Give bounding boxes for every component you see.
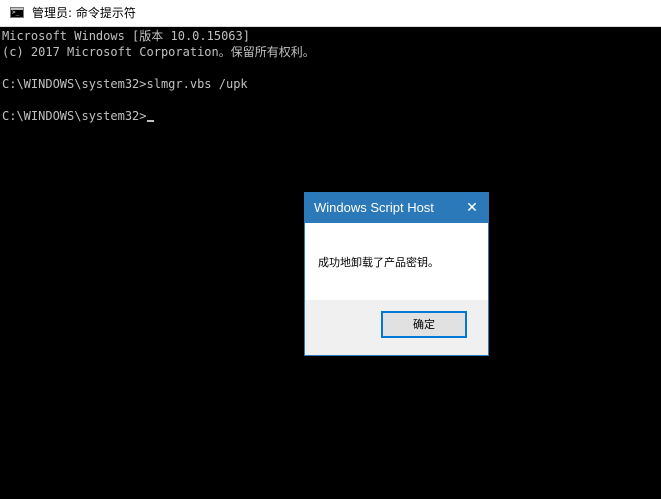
console-line-prompt: C:\WINDOWS\system32> xyxy=(2,108,154,124)
console-line-command: C:\WINDOWS\system32>slmgr.vbs /upk xyxy=(2,77,248,91)
dialog-title-bar[interactable]: Windows Script Host ✕ xyxy=(305,193,488,223)
close-icon[interactable]: ✕ xyxy=(456,193,488,223)
dialog-title: Windows Script Host xyxy=(314,200,434,215)
console-line-version: Microsoft Windows [版本 10.0.15063] xyxy=(2,29,250,43)
prompt-text: C:\WINDOWS\system32> xyxy=(2,109,147,123)
dialog-message: 成功地卸载了产品密钥。 xyxy=(318,256,439,269)
dialog-footer: 确定 xyxy=(305,300,488,355)
text-cursor xyxy=(146,120,154,122)
console-title-bar[interactable]: 管理员: 命令提示符 xyxy=(0,0,661,27)
window-title: 管理员: 命令提示符 xyxy=(32,6,136,20)
ok-button[interactable]: 确定 xyxy=(381,311,467,338)
console-icon xyxy=(10,7,24,18)
script-host-dialog: Windows Script Host ✕ 成功地卸载了产品密钥。 确定 xyxy=(304,192,489,356)
console-line-copyright: (c) 2017 Microsoft Corporation。保留所有权利。 xyxy=(2,45,315,59)
